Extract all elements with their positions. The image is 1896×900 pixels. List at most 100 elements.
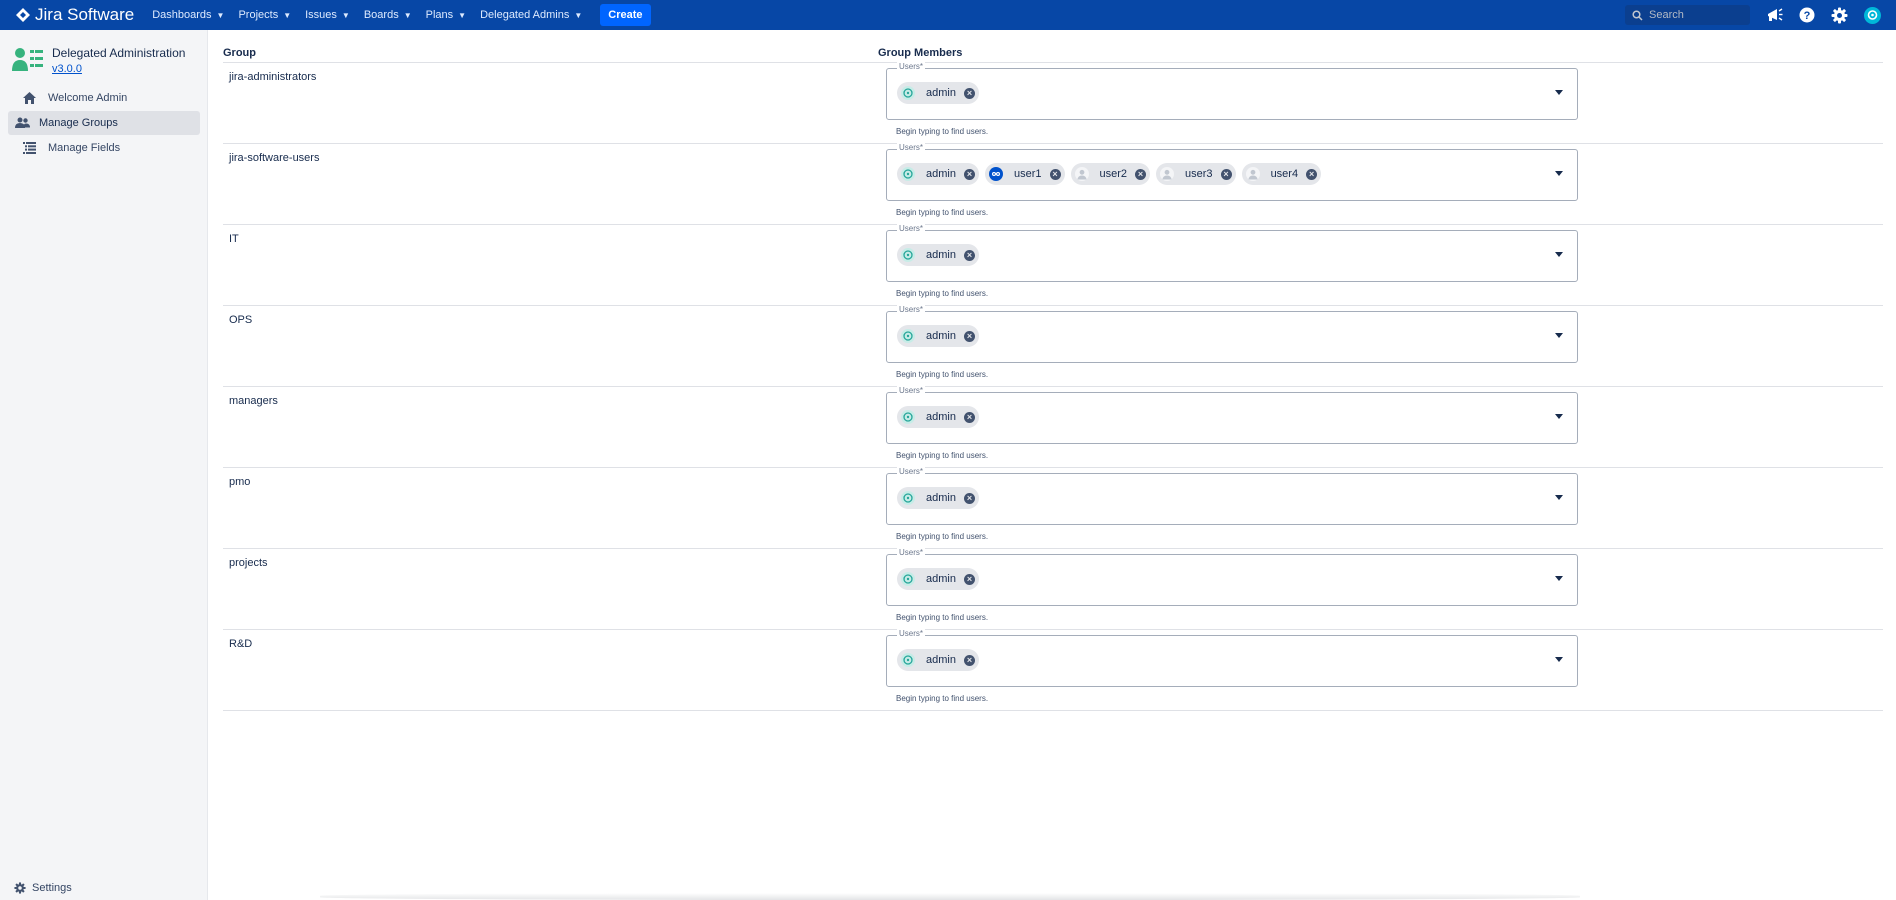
remove-user-icon[interactable]: ×: [963, 330, 975, 342]
user-chip[interactable]: admin ×: [897, 325, 979, 347]
notifications-icon[interactable]: [1765, 6, 1783, 24]
users-select-field[interactable]: Users* admin ×: [886, 62, 1578, 120]
search-input[interactable]: Search: [1625, 5, 1750, 25]
dropdown-caret-icon[interactable]: [1555, 495, 1563, 500]
user-avatar-icon: [901, 572, 915, 586]
search-icon: [1632, 9, 1643, 21]
sidebar: Delegated Administration v3.0.0 Welcome …: [0, 30, 208, 900]
groups-icon: [13, 114, 31, 132]
dropdown-caret-icon[interactable]: [1555, 576, 1563, 581]
users-select-field[interactable]: Users* admin ×: [886, 467, 1578, 525]
nav-projects[interactable]: Projects ▼: [238, 9, 291, 21]
chevron-down-icon: ▼: [283, 10, 292, 20]
user-chip-name: admin: [926, 168, 956, 180]
selected-users: admin ×: [897, 406, 985, 428]
nav-issues[interactable]: Issues ▼: [305, 9, 350, 21]
sidebar-item-manage-groups[interactable]: Manage Groups: [8, 111, 200, 135]
user-chip[interactable]: user1 ×: [984, 163, 1065, 185]
users-field-hint: Begin typing to find users.: [896, 613, 989, 622]
plugin-header: Delegated Administration v3.0.0: [12, 46, 185, 75]
dropdown-caret-icon[interactable]: [1555, 657, 1563, 662]
user-avatar[interactable]: [1863, 6, 1881, 24]
remove-user-icon[interactable]: ×: [1306, 168, 1318, 180]
users-select-field[interactable]: Users* admin ×: [886, 629, 1578, 687]
help-icon[interactable]: ?: [1798, 6, 1816, 24]
jira-logo[interactable]: Jira Software: [16, 5, 134, 25]
remove-user-icon[interactable]: ×: [963, 573, 975, 585]
user-chip[interactable]: admin ×: [897, 163, 979, 185]
user-chip[interactable]: admin ×: [897, 406, 979, 428]
create-button[interactable]: Create: [600, 4, 651, 26]
remove-user-icon[interactable]: ×: [963, 249, 975, 261]
remove-user-icon[interactable]: ×: [1220, 168, 1232, 180]
remove-user-icon[interactable]: ×: [963, 654, 975, 666]
scroll-shadow: [320, 893, 1580, 900]
dropdown-caret-icon[interactable]: [1555, 171, 1563, 176]
chevron-down-icon: ▼: [574, 10, 583, 20]
user-chip[interactable]: admin ×: [897, 649, 979, 671]
sidebar-item-manage-fields[interactable]: Manage Fields: [8, 136, 200, 160]
table-row: OPS Users* admin × Begin typing to find user…: [223, 305, 1883, 387]
remove-user-icon[interactable]: ×: [963, 87, 975, 99]
users-field-label: Users*: [897, 629, 926, 638]
user-chip[interactable]: user4 ×: [1241, 163, 1322, 185]
nav-boards[interactable]: Boards ▼: [364, 9, 412, 21]
nav-plans[interactable]: Plans ▼: [426, 9, 466, 21]
user-chip-name: admin: [926, 654, 956, 666]
remove-user-icon[interactable]: ×: [963, 492, 975, 504]
selected-users: admin ×: [897, 82, 985, 104]
group-name: R&D: [229, 638, 253, 650]
users-select-field[interactable]: Users* admin ×: [886, 548, 1578, 606]
sidebar-item-welcome-admin[interactable]: Welcome Admin: [8, 86, 200, 110]
remove-user-icon[interactable]: ×: [1049, 168, 1061, 180]
table-row: projects Users* admin × Begin typing to find…: [223, 548, 1883, 630]
users-select-field[interactable]: Users* admin ×: [886, 224, 1578, 282]
users-field-label: Users*: [897, 548, 926, 557]
remove-user-icon[interactable]: ×: [1135, 168, 1147, 180]
group-name: jira-administrators: [229, 71, 317, 83]
selected-users: admin ×: [897, 487, 985, 509]
user-chip[interactable]: user3 ×: [1156, 163, 1236, 185]
user-chip[interactable]: admin ×: [897, 568, 979, 590]
users-select-field[interactable]: Users* admin ×: [886, 305, 1578, 363]
user-chip[interactable]: user2 ×: [1070, 163, 1151, 185]
selected-users: admin ×: [897, 568, 985, 590]
remove-user-icon[interactable]: ×: [963, 411, 975, 423]
home-icon: [20, 89, 38, 107]
nav-delegated-admins[interactable]: Delegated Admins ▼: [480, 9, 582, 21]
settings-gear-icon[interactable]: [1830, 6, 1848, 24]
users-field-hint: Begin typing to find users.: [896, 127, 989, 136]
dropdown-caret-icon[interactable]: [1555, 90, 1563, 95]
top-navigation: Jira Software Dashboards ▼ Projects ▼ Issu…: [0, 0, 1896, 30]
chevron-down-icon: ▼: [216, 10, 225, 20]
version-link[interactable]: v3.0.0: [52, 63, 185, 75]
user-chip[interactable]: admin ×: [897, 82, 979, 104]
users-field-label: Users*: [897, 143, 926, 152]
dropdown-caret-icon[interactable]: [1555, 333, 1563, 338]
user-avatar-icon: [1160, 167, 1175, 181]
group-name: IT: [229, 233, 239, 245]
table-row: managers Users* admin × Begin typing to find…: [223, 386, 1883, 468]
chevron-down-icon: ▼: [458, 10, 467, 20]
user-chip[interactable]: admin ×: [897, 244, 979, 266]
user-avatar-icon: [901, 329, 915, 343]
nav-dashboards[interactable]: Dashboards ▼: [152, 9, 224, 21]
user-avatar-icon: [1074, 167, 1089, 181]
user-avatar-icon: [901, 86, 915, 100]
group-name: OPS: [229, 314, 253, 326]
remove-user-icon[interactable]: ×: [963, 168, 975, 180]
selected-users: admin ×: [897, 244, 985, 266]
user-chip-name: admin: [926, 573, 956, 585]
dropdown-caret-icon[interactable]: [1555, 252, 1563, 257]
selected-users: admin ×: [897, 325, 985, 347]
user-chip-name: admin: [926, 330, 956, 342]
svg-text:?: ?: [1804, 10, 1811, 22]
users-field-label: Users*: [897, 224, 926, 233]
dropdown-caret-icon[interactable]: [1555, 414, 1563, 419]
user-avatar-icon: [901, 653, 915, 667]
users-select-field[interactable]: Users* admin ×: [886, 386, 1578, 444]
user-chip[interactable]: admin ×: [897, 487, 979, 509]
users-select-field[interactable]: Users* admin × user1 × user2 × user3 × user4 ×: [886, 143, 1578, 201]
sidebar-settings-link[interactable]: Settings: [14, 882, 72, 894]
user-avatar-icon: [901, 410, 915, 424]
